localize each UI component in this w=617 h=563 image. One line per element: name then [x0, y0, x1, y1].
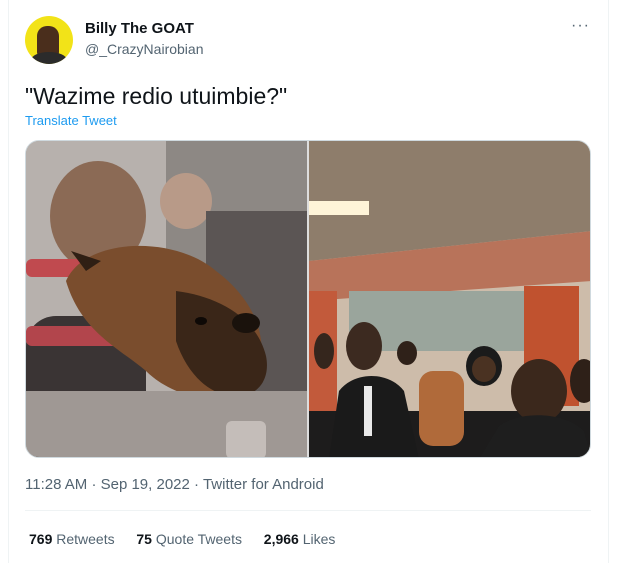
- retweets-stat[interactable]: 769 Retweets: [29, 531, 115, 547]
- meta-separator: ·: [194, 476, 200, 493]
- avatar-shirt: [31, 52, 67, 64]
- likes-stat[interactable]: 2,966 Likes: [264, 531, 336, 547]
- tweet-meta: 11:28 AM · Sep 19, 2022 · Twitter for An…: [25, 476, 324, 493]
- tweet-text: "Wazime redio utuimbie?": [25, 83, 288, 109]
- author-display-name[interactable]: Billy The GOAT: [85, 20, 194, 37]
- retweets-label: Retweets: [56, 531, 115, 547]
- more-horizontal-icon[interactable]: ···: [571, 18, 590, 34]
- meta-separator: ·: [91, 476, 97, 493]
- people-on-bus-photo[interactable]: [309, 141, 590, 457]
- divider: [25, 510, 591, 511]
- tweet-source[interactable]: Twitter for Android: [203, 476, 324, 493]
- tweet-stats: 769 Retweets 75 Quote Tweets 2,966 Likes: [29, 531, 335, 547]
- dog-on-airplane-photo[interactable]: [26, 141, 307, 457]
- quote-tweets-count: 75: [136, 531, 152, 547]
- dog-photo-illustration: [26, 141, 307, 457]
- quote-tweets-label: Quote Tweets: [155, 531, 242, 547]
- tweet-date[interactable]: Sep 19, 2022: [101, 476, 190, 493]
- author-handle[interactable]: @_CrazyNairobian: [85, 41, 203, 57]
- retweets-count: 769: [29, 531, 53, 547]
- tweet-time[interactable]: 11:28 AM: [25, 476, 87, 493]
- translate-tweet-link[interactable]: Translate Tweet: [25, 113, 117, 128]
- profile-avatar[interactable]: [25, 16, 73, 64]
- likes-count: 2,966: [263, 531, 299, 547]
- tweet-media[interactable]: [25, 140, 591, 458]
- quote-tweets-stat[interactable]: 75 Quote Tweets: [136, 531, 242, 547]
- likes-label: Likes: [302, 531, 336, 547]
- bus-photo-illustration: [309, 141, 590, 457]
